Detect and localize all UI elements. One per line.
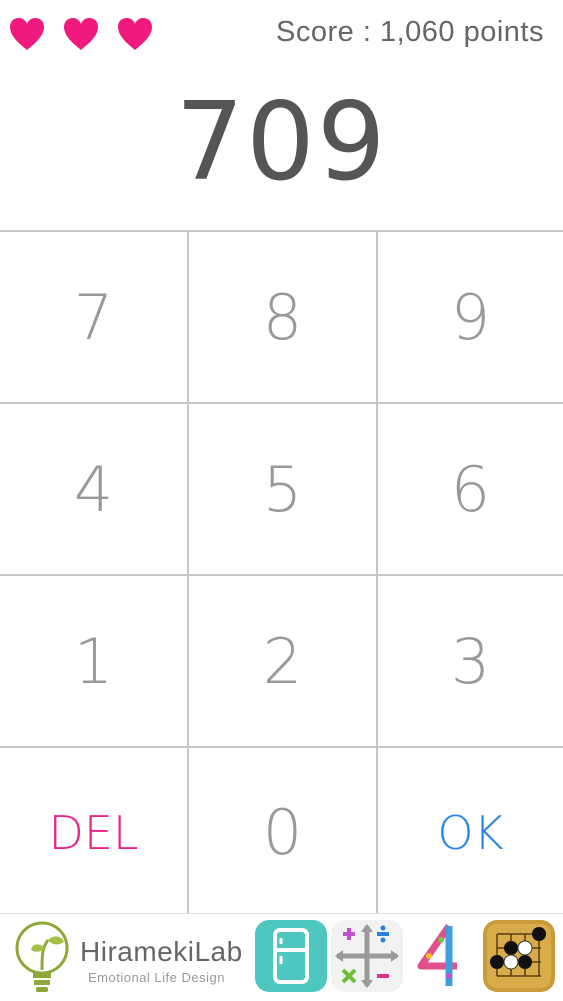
ad-banner[interactable]: HiramekiLab Emotional Life Design <box>0 913 563 1001</box>
go-board-icon <box>487 924 551 988</box>
number-four-app-icon[interactable] <box>407 920 479 992</box>
keypad-row: 1 2 3 <box>0 576 563 748</box>
lives <box>8 16 154 52</box>
heart-icon <box>118 18 152 50</box>
math-operators-icon <box>335 924 399 988</box>
math-operators-app-icon[interactable] <box>331 920 403 992</box>
score-label: Score : 1,060 points <box>276 16 544 48</box>
keypad-row: 4 5 6 <box>0 404 563 576</box>
ok-button[interactable]: OK <box>378 748 563 917</box>
go-game-app-icon[interactable] <box>483 920 555 992</box>
key-0[interactable]: 0 <box>189 748 378 917</box>
lightbulb-logo-icon <box>15 921 69 992</box>
key-7[interactable]: 7 <box>0 232 189 402</box>
key-3[interactable]: 3 <box>378 576 563 746</box>
header: Score : 1,060 points <box>0 0 563 70</box>
key-2[interactable]: 2 <box>189 576 378 746</box>
key-9[interactable]: 9 <box>378 232 563 402</box>
key-6[interactable]: 6 <box>378 404 563 574</box>
key-5[interactable]: 5 <box>189 404 378 574</box>
brand-name: HiramekiLab <box>80 936 243 967</box>
keypad-row: DEL 0 OK <box>0 748 563 918</box>
key-8[interactable]: 8 <box>189 232 378 402</box>
number-four-icon <box>417 923 457 986</box>
keypad-row: 7 8 9 <box>0 232 563 404</box>
hiramekilab-brand[interactable]: HiramekiLab Emotional Life Design <box>12 918 252 998</box>
key-4[interactable]: 4 <box>0 404 189 574</box>
keypad: 7 8 9 4 5 6 1 2 3 DEL 0 OK <box>0 230 563 918</box>
fridge-app-icon[interactable] <box>255 920 327 992</box>
heart-icon <box>64 18 98 50</box>
answer-display: 709 <box>175 80 388 205</box>
brand-tagline: Emotional Life Design <box>88 970 225 985</box>
fridge-icon <box>273 928 309 984</box>
heart-icon <box>10 18 44 50</box>
delete-button[interactable]: DEL <box>0 748 189 917</box>
key-1[interactable]: 1 <box>0 576 189 746</box>
